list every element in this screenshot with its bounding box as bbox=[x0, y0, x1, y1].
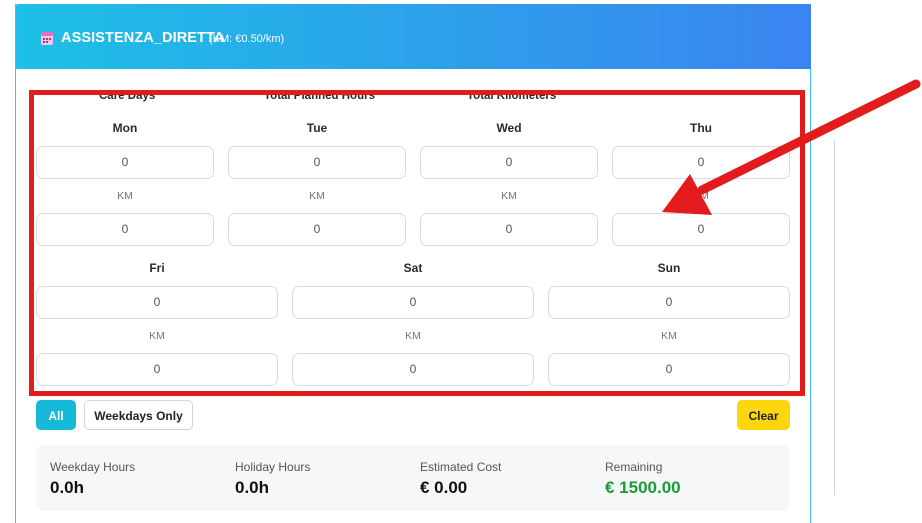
total-hours-label: Total Planned Hours bbox=[264, 90, 375, 102]
hours-input-sat[interactable]: 0 bbox=[292, 286, 534, 319]
page: ASSISTENZA_DIRETTA (KM: €0.50/km) Care D… bbox=[0, 0, 922, 523]
km-label-thu: KM bbox=[693, 190, 709, 202]
km-label-sat: KM bbox=[405, 330, 421, 342]
remaining-label: Remaining bbox=[605, 460, 663, 474]
hours-input-tue[interactable]: 0 bbox=[228, 146, 406, 179]
all-button[interactable]: All bbox=[36, 400, 76, 430]
day-label-thu: Thu bbox=[690, 121, 712, 135]
km-label-mon: KM bbox=[117, 190, 133, 202]
clear-button[interactable]: Clear bbox=[737, 400, 790, 430]
day-label-sun: Sun bbox=[657, 261, 681, 275]
divider bbox=[834, 140, 835, 495]
km-label-sun: KM bbox=[661, 330, 677, 342]
holiday-hours-label: Holiday Hours bbox=[235, 460, 311, 474]
km-input-fri[interactable]: 0 bbox=[36, 353, 278, 386]
hours-input-sun[interactable]: 0 bbox=[548, 286, 790, 319]
hours-input-mon[interactable]: 0 bbox=[36, 146, 214, 179]
km-input-thu[interactable]: 0 bbox=[612, 213, 790, 246]
km-label-tue: KM bbox=[309, 190, 325, 202]
holiday-hours-value: 0.0h bbox=[235, 478, 270, 497]
stats-panel: Weekday Hours 0.0h Holiday Hours 0.0h Es… bbox=[36, 445, 790, 511]
service-title: ASSISTENZA_DIRETTA bbox=[61, 30, 225, 46]
km-input-mon[interactable]: 0 bbox=[36, 213, 214, 246]
hours-input-thu[interactable]: 0 bbox=[612, 146, 790, 179]
weekday-hours-value: 0.0h bbox=[50, 478, 85, 497]
day-label-tue: Tue bbox=[306, 121, 328, 135]
estimated-cost-value: € 0.00 bbox=[420, 478, 468, 497]
card-header: ASSISTENZA_DIRETTA (KM: €0.50/km) bbox=[16, 4, 811, 69]
hours-input-wed[interactable]: 0 bbox=[420, 146, 598, 179]
weekday-hours-label: Weekday Hours bbox=[50, 460, 136, 474]
day-label-wed: Wed bbox=[496, 121, 522, 135]
km-rate: (KM: €0.50/km) bbox=[209, 33, 285, 45]
hours-input-fri[interactable]: 0 bbox=[36, 286, 278, 319]
day-label-fri: Fri bbox=[149, 261, 165, 275]
km-input-sat[interactable]: 0 bbox=[292, 353, 534, 386]
calendar-icon bbox=[41, 32, 53, 45]
total-km-label: Total Kilometers bbox=[467, 90, 557, 102]
km-input-wed[interactable]: 0 bbox=[420, 213, 598, 246]
km-label-fri: KM bbox=[149, 330, 165, 342]
remaining-value: € 1500.00 bbox=[605, 478, 681, 497]
weekdays-only-button[interactable]: Weekdays Only bbox=[84, 400, 193, 430]
day-label-sat: Sat bbox=[403, 261, 423, 275]
care-days-label: Care Days bbox=[99, 90, 156, 102]
day-label-mon: Mon bbox=[112, 121, 138, 135]
km-input-sun[interactable]: 0 bbox=[548, 353, 790, 386]
km-input-tue[interactable]: 0 bbox=[228, 213, 406, 246]
estimated-cost-label: Estimated Cost bbox=[420, 460, 502, 474]
km-label-wed: KM bbox=[501, 190, 517, 202]
